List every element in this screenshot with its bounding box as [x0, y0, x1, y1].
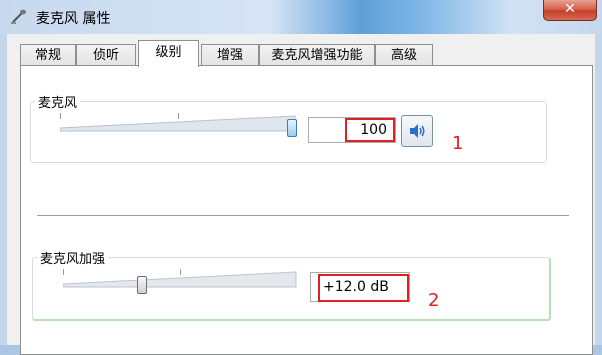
window-title: 麦克风 属性	[36, 11, 111, 27]
tab-advanced[interactable]: 高级	[375, 44, 433, 66]
tab-enhancements[interactable]: 增强	[201, 44, 259, 66]
tab-label: 级别	[155, 45, 182, 60]
tab-label: 常规	[34, 48, 61, 63]
title-bar[interactable]: 麦克风 属性 ✕	[0, 0, 602, 34]
slider-tick	[60, 113, 61, 119]
separator	[37, 215, 569, 216]
tab-general[interactable]: 常规	[20, 44, 76, 66]
tab-levels[interactable]: 级别	[138, 40, 199, 67]
boost-label: 麦克风加强	[37, 248, 109, 267]
boost-slider-thumb[interactable]	[137, 276, 147, 294]
close-icon: ✕	[564, 1, 576, 17]
slider-tick	[178, 113, 179, 119]
close-button[interactable]: ✕	[543, 0, 597, 21]
slider-tick	[180, 269, 181, 275]
highlight-box	[345, 118, 395, 142]
annotation-2: 2	[428, 290, 440, 311]
mute-button[interactable]	[401, 115, 433, 147]
microphone-icon	[11, 9, 26, 24]
tab-label: 侦听	[92, 48, 119, 63]
tab-label: 高级	[390, 48, 417, 63]
slider-tick	[63, 269, 64, 275]
annotation-1: 1	[452, 133, 464, 154]
microphone-label: 麦克风	[35, 92, 81, 111]
tab-listen[interactable]: 侦听	[76, 44, 136, 66]
tab-mic-enhancements[interactable]: 麦克风增强功能	[259, 44, 375, 66]
microphone-slider-thumb[interactable]	[287, 119, 297, 137]
tab-label: 麦克风增强功能	[271, 48, 363, 63]
tab-label: 增强	[216, 48, 243, 63]
highlight-box	[318, 274, 409, 302]
speaker-icon	[410, 124, 425, 138]
